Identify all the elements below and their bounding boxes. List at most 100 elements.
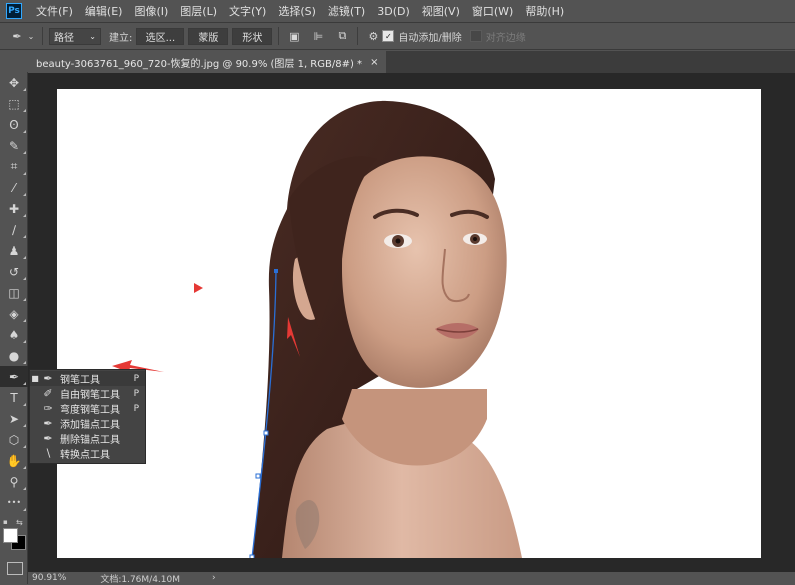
color-swatches: ▪ ⇆ [3, 518, 26, 550]
tool-group-indicator [23, 151, 26, 154]
blur-tool-icon[interactable]: ♠ [0, 324, 28, 345]
divider [278, 27, 280, 45]
options-bar: ✒ ⌄ 路径 ⌄ 建立: 选区... 蒙版 形状 ▣ ⊫ ⧉ ⚙ ✓ 自动添加/… [0, 22, 795, 50]
type-tool-icon[interactable]: T [0, 387, 28, 408]
path-alignment-icon[interactable]: ⊫ [309, 27, 327, 45]
anchor-point[interactable] [249, 554, 255, 558]
tool-group-indicator [23, 298, 26, 301]
close-icon[interactable]: × [370, 57, 378, 68]
flyout-item-label: 添加锚点工具 [60, 420, 120, 431]
auto-add-delete-checkbox[interactable]: ✓ [382, 30, 395, 42]
anchor-point[interactable] [274, 269, 278, 273]
tool-group-indicator [23, 277, 26, 280]
paint-bucket-tool-icon[interactable]: ◈ [0, 303, 28, 324]
stamp-tool-icon[interactable]: ♟ [0, 240, 28, 261]
path-operations-icon[interactable]: ▣ [285, 27, 303, 45]
menu-bar: Ps 文件(F) 编辑(E) 图像(I) 图层(L) 文字(Y) 选择(S) 滤… [0, 0, 795, 22]
tool-group-indicator [23, 382, 26, 385]
foreground-color-swatch[interactable] [3, 528, 18, 543]
menu-3d[interactable]: 3D(D) [371, 5, 416, 18]
document-canvas[interactable] [57, 89, 761, 558]
tool-group-indicator [23, 109, 26, 112]
menu-select[interactable]: 选择(S) [272, 3, 322, 19]
shape-tool-icon[interactable]: ⬡ [0, 429, 28, 450]
menu-type[interactable]: 文字(Y) [223, 3, 272, 19]
flyout-item[interactable]: ✐ 自由钢笔工具 P [30, 386, 145, 401]
pen-tool-icon[interactable]: ✒ [0, 366, 28, 387]
eraser-tool-icon[interactable]: ◫ [0, 282, 28, 303]
flyout-item[interactable]: ∖ 转换点工具 [30, 446, 145, 461]
gear-icon[interactable]: ⚙ [364, 27, 382, 45]
flyout-item[interactable]: ✒ 删除锚点工具 [30, 431, 145, 446]
tool-group-indicator [23, 403, 26, 406]
path-arrangement-icon[interactable]: ⧉ [333, 27, 351, 45]
status-menu-arrow-icon[interactable]: › [212, 573, 216, 583]
flyout-item[interactable]: ✒ 添加锚点工具 [30, 416, 145, 431]
eyedropper-tool-icon[interactable]: ⁄ [0, 177, 28, 198]
divider [357, 27, 359, 45]
hand-tool-icon[interactable]: ✋ [0, 450, 28, 471]
menu-view[interactable]: 视图(V) [416, 3, 466, 19]
make-selection-button[interactable]: 选区... [136, 27, 185, 45]
tool-group-indicator [23, 361, 26, 364]
flyout-item-shortcut: P [133, 373, 139, 384]
status-bar: 90.91% 文档:1.76M/4.10M › [28, 572, 795, 585]
brush-tool-icon[interactable]: ∕ [0, 219, 28, 240]
flyout-item[interactable]: ■ ✒ 钢笔工具 P [30, 371, 145, 386]
anchor-point[interactable] [263, 430, 269, 436]
menu-layer[interactable]: 图层(L) [174, 3, 223, 19]
quick-mask-icon[interactable] [7, 562, 23, 575]
pen-variant-icon: ✐ [43, 387, 53, 400]
quick-select-tool-icon[interactable]: ✎ [0, 135, 28, 156]
annotation-arrow-right [194, 283, 203, 293]
healing-brush-tool-icon[interactable]: ✚ [0, 198, 28, 219]
crop-tool-icon[interactable]: ⌗ [0, 156, 28, 177]
make-shape-button[interactable]: 形状 [232, 27, 273, 45]
menu-filter[interactable]: 滤镜(T) [322, 3, 371, 19]
tool-group-indicator [23, 424, 26, 427]
pen-preset-icon[interactable]: ✒ [8, 27, 26, 45]
pick-tool-mode-select[interactable]: 路径 ⌄ [49, 27, 101, 45]
tool-group-indicator [23, 193, 26, 196]
chevron-down-icon[interactable]: ⌄ [26, 27, 36, 45]
chevron-down-icon: ⌄ [89, 31, 96, 41]
lasso-tool-icon[interactable]: ʘ [0, 114, 28, 135]
menu-edit[interactable]: 编辑(E) [79, 3, 129, 19]
flyout-item-label: 钢笔工具 [60, 375, 100, 386]
marquee-tool-icon[interactable]: ⬚ [0, 93, 28, 114]
flyout-item[interactable]: ✑ 弯度钢笔工具 P [30, 401, 145, 416]
document-tab[interactable]: beauty-3063761_960_720-恢复的.jpg @ 90.9% (… [28, 51, 387, 73]
anchor-point[interactable] [255, 473, 261, 479]
mode-select-value: 路径 [54, 32, 74, 44]
menu-image[interactable]: 图像(I) [128, 3, 174, 19]
divider [42, 27, 43, 45]
dodge-tool-icon[interactable]: ● [0, 345, 28, 366]
history-brush-tool-icon[interactable]: ↺ [0, 261, 28, 282]
auto-add-delete-label: 自动添加/删除 [398, 32, 462, 44]
menu-file[interactable]: 文件(F) [30, 3, 79, 19]
zoom-tool-icon[interactable]: ⚲ [0, 471, 28, 492]
tool-group-indicator [23, 445, 26, 448]
photoshop-logo-icon: Ps [6, 3, 22, 19]
tool-group-indicator [23, 256, 26, 259]
flyout-item-label: 自由钢笔工具 [60, 390, 120, 401]
pen-variant-icon: ∖ [44, 447, 52, 460]
move-tool-icon[interactable]: ✥ [0, 72, 28, 93]
menu-help[interactable]: 帮助(H) [519, 3, 570, 19]
make-mask-button[interactable]: 蒙版 [188, 27, 229, 45]
pen-variant-icon: ✒ [43, 372, 53, 385]
default-colors-icon[interactable]: ▪ [3, 518, 8, 526]
pen-variant-icon: ✒ [43, 417, 53, 430]
flyout-item-label: 弯度钢笔工具 [60, 405, 120, 416]
pen-variant-icon: ✒ [43, 432, 53, 445]
zoom-level[interactable]: 90.91% [32, 573, 66, 583]
pen-variant-icon: ✑ [43, 402, 53, 415]
path-select-tool-icon[interactable]: ➤ [0, 408, 28, 429]
more-tools-icon[interactable]: ••• [0, 492, 28, 513]
flyout-item-label: 删除锚点工具 [60, 435, 120, 446]
tool-group-indicator [23, 487, 26, 490]
align-edges-checkbox[interactable] [469, 30, 482, 42]
menu-window[interactable]: 窗口(W) [466, 3, 519, 19]
swap-colors-icon[interactable]: ⇆ [16, 518, 23, 527]
tool-group-indicator [23, 235, 26, 238]
